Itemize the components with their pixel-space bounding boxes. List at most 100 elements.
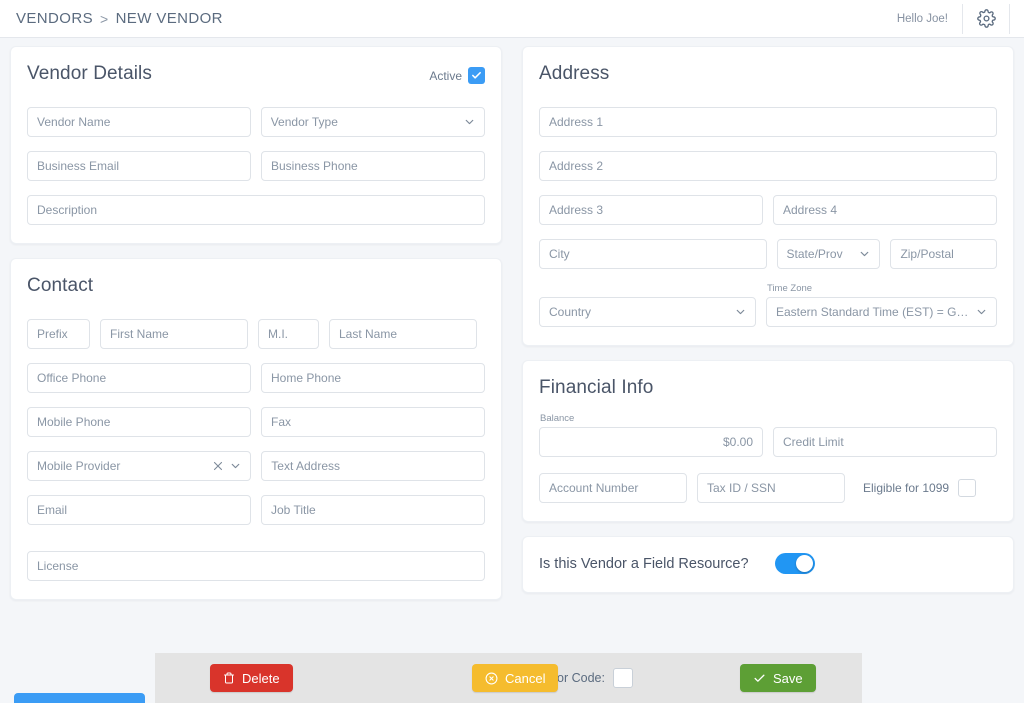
- action-footer-bar: Delete or Code: Cancel Save: [155, 653, 862, 703]
- form-workspace: Vendor Details Active Vendor Name Vendor…: [0, 38, 1024, 703]
- first-name-input[interactable]: First Name: [100, 319, 248, 349]
- mobile-phone-placeholder: Mobile Phone: [37, 415, 241, 429]
- color-code-group: or Code:: [557, 668, 633, 688]
- address4-placeholder: Address 4: [783, 203, 987, 217]
- contact-card: Contact Prefix First Name M.I. Last Name: [10, 258, 502, 600]
- gear-icon[interactable]: [963, 0, 1009, 37]
- office-phone-input[interactable]: Office Phone: [27, 363, 251, 393]
- balance-input[interactable]: $0.00: [539, 427, 763, 457]
- address4-input[interactable]: Address 4: [773, 195, 997, 225]
- breadcrumb-separator-icon: >: [100, 11, 109, 27]
- eligible-1099-group: Eligible for 1099: [863, 473, 976, 503]
- job-title-input[interactable]: Job Title: [261, 495, 485, 525]
- financial-info-title: Financial Info: [539, 377, 653, 399]
- home-phone-input[interactable]: Home Phone: [261, 363, 485, 393]
- license-row: License: [27, 551, 485, 581]
- account-number-input[interactable]: Account Number: [539, 473, 687, 503]
- active-toggle-group: Active: [429, 63, 485, 84]
- vendor-details-header: Vendor Details Active: [27, 63, 485, 85]
- breadcrumb-current: NEW VENDOR: [116, 10, 223, 27]
- delete-button[interactable]: Delete: [210, 664, 293, 692]
- header-divider-right: [1009, 4, 1010, 34]
- text-address-input[interactable]: Text Address: [261, 451, 485, 481]
- country-placeholder: Country: [549, 305, 729, 319]
- description-placeholder: Description: [37, 203, 475, 217]
- city-input[interactable]: City: [539, 239, 767, 269]
- zip-input[interactable]: Zip/Postal: [890, 239, 997, 269]
- email-placeholder: Email: [37, 503, 241, 517]
- state-select[interactable]: State/Prov: [777, 239, 881, 269]
- home-phone-placeholder: Home Phone: [271, 371, 475, 385]
- business-contact-row: Business Email Business Phone: [27, 151, 485, 181]
- time-zone-group: Time Zone Eastern Standard Time (EST) = …: [766, 283, 997, 327]
- business-phone-input[interactable]: Business Phone: [261, 151, 485, 181]
- chevron-down-icon: [975, 306, 988, 319]
- credit-limit-group: Credit Limit: [773, 427, 997, 457]
- active-checkbox[interactable]: [468, 67, 485, 84]
- business-phone-placeholder: Business Phone: [271, 159, 475, 173]
- eligible-1099-checkbox[interactable]: [958, 479, 976, 497]
- vendor-type-placeholder: Vendor Type: [271, 115, 458, 129]
- eligible-1099-label: Eligible for 1099: [863, 481, 949, 495]
- first-name-placeholder: First Name: [110, 327, 238, 341]
- job-title-placeholder: Job Title: [271, 503, 475, 517]
- address1-row: Address 1: [539, 107, 997, 137]
- balance-label: Balance: [539, 413, 763, 424]
- business-email-input[interactable]: Business Email: [27, 151, 251, 181]
- text-address-placeholder: Text Address: [271, 459, 475, 473]
- credit-limit-input[interactable]: Credit Limit: [773, 427, 997, 457]
- vendor-name-row: Vendor Name Vendor Type: [27, 107, 485, 137]
- balance-group: Balance $0.00: [539, 413, 763, 457]
- address1-input[interactable]: Address 1: [539, 107, 997, 137]
- middle-initial-input[interactable]: M.I.: [258, 319, 319, 349]
- chevron-down-icon: [858, 248, 871, 261]
- country-group: Country: [539, 297, 756, 327]
- circle-x-icon: [485, 672, 498, 685]
- add-license-button[interactable]: [14, 693, 145, 703]
- tax-id-input[interactable]: Tax ID / SSN: [697, 473, 845, 503]
- financial-info-card: Financial Info Balance $0.00 Credit Limi…: [522, 360, 1014, 522]
- description-input[interactable]: Description: [27, 195, 485, 225]
- prefix-input[interactable]: Prefix: [27, 319, 90, 349]
- save-button[interactable]: Save: [740, 664, 816, 692]
- cancel-button[interactable]: Cancel: [472, 664, 558, 692]
- address3-input[interactable]: Address 3: [539, 195, 763, 225]
- account-tax-row: Account Number Tax ID / SSN Eligible for…: [539, 473, 997, 503]
- vendor-details-card: Vendor Details Active Vendor Name Vendor…: [10, 46, 502, 244]
- address2-row: Address 2: [539, 151, 997, 181]
- mobile-provider-select[interactable]: Mobile Provider: [27, 451, 251, 481]
- address-title: Address: [539, 63, 609, 85]
- fax-placeholder: Fax: [271, 415, 475, 429]
- chevron-down-icon: [229, 460, 242, 473]
- chevron-down-icon: [734, 306, 747, 319]
- check-icon: [753, 672, 766, 685]
- mobile-phone-input[interactable]: Mobile Phone: [27, 407, 251, 437]
- city-state-zip-row: City State/Prov Zip/Postal: [539, 239, 997, 269]
- balance-credit-row: Balance $0.00 Credit Limit: [539, 413, 997, 457]
- mobile-provider-placeholder: Mobile Provider: [37, 459, 224, 473]
- account-number-placeholder: Account Number: [549, 481, 677, 495]
- fax-input[interactable]: Fax: [261, 407, 485, 437]
- description-row: Description: [27, 195, 485, 225]
- field-resource-card: Is this Vendor a Field Resource?: [522, 536, 1014, 593]
- contact-title: Contact: [27, 275, 93, 297]
- color-swatch[interactable]: [613, 668, 633, 688]
- last-name-input[interactable]: Last Name: [329, 319, 477, 349]
- page-title: Vendor Details: [27, 63, 152, 85]
- user-greeting: Hello Joe!: [897, 13, 962, 25]
- breadcrumb-root[interactable]: VENDORS: [16, 10, 93, 27]
- office-phone-placeholder: Office Phone: [37, 371, 241, 385]
- email-job-row: Email Job Title: [27, 495, 485, 525]
- clear-icon[interactable]: [212, 460, 224, 472]
- email-input[interactable]: Email: [27, 495, 251, 525]
- field-resource-toggle[interactable]: [775, 553, 815, 574]
- toggle-knob: [796, 555, 813, 572]
- time-zone-select[interactable]: Eastern Standard Time (EST) = GM…: [766, 297, 997, 327]
- time-zone-value: Eastern Standard Time (EST) = GM…: [776, 305, 970, 319]
- vendor-type-select[interactable]: Vendor Type: [261, 107, 485, 137]
- country-select[interactable]: Country: [539, 297, 756, 327]
- address-card: Address Address 1 Address 2 Address 3 Ad…: [522, 46, 1014, 346]
- license-input[interactable]: License: [27, 551, 485, 581]
- address2-input[interactable]: Address 2: [539, 151, 997, 181]
- vendor-name-input[interactable]: Vendor Name: [27, 107, 251, 137]
